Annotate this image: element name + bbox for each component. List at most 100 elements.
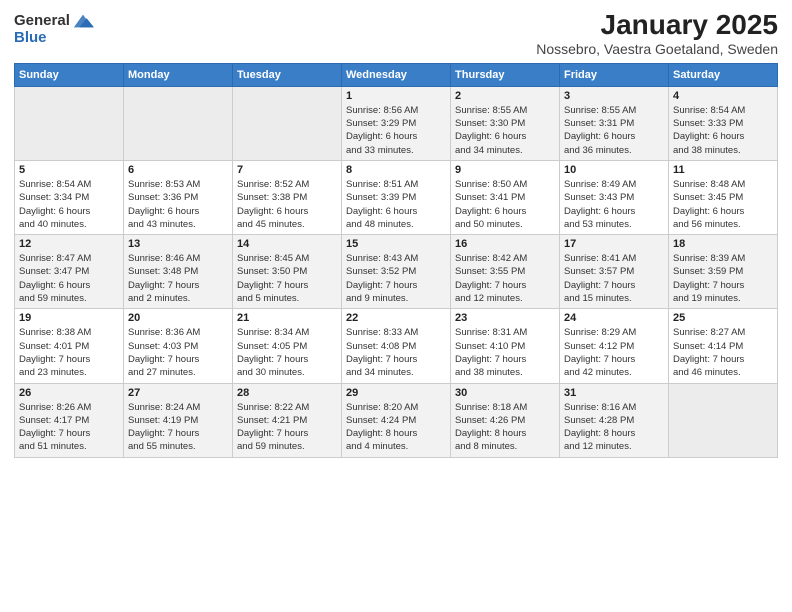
calendar-week-row: 1 Sunrise: 8:56 AM Sunset: 3:29 PM Daylig… xyxy=(15,86,778,160)
calendar-cell: 29 Sunrise: 8:20 AM Sunset: 4:24 PM Dayli… xyxy=(342,383,451,457)
day-number: 1 xyxy=(346,90,446,102)
calendar-cell: 20Sunrise: 8:36 AM Sunset: 4:03 PM Dayli… xyxy=(124,309,233,383)
calendar-cell: 19 Sunrise: 8:38 AM Sunset: 4:01 PM Dayli… xyxy=(15,309,124,383)
day-number: 3 xyxy=(564,90,664,102)
calendar-subtitle: Nossebro, Vaestra Goetaland, Sweden xyxy=(536,41,778,57)
day-info: Sunrise: 8:31 AM Sunset: 4:10 PM Dayligh… xyxy=(455,326,555,379)
day-info: Sunrise: 8:49 AM Sunset: 3:43 PM Dayligh… xyxy=(564,178,664,231)
calendar-cell: 18 Sunrise: 8:39 AM Sunset: 3:59 PM Dayli… xyxy=(669,235,778,309)
day-info: Sunrise: 8:46 AM Sunset: 3:48 PM Dayligh… xyxy=(128,252,228,305)
day-info: Sunrise: 8:18 AM Sunset: 4:26 PM Dayligh… xyxy=(455,401,555,454)
day-info: Sunrise: 8:54 AM Sunset: 3:34 PM Dayligh… xyxy=(19,178,119,231)
day-info: Sunrise: 8:20 AM Sunset: 4:24 PM Dayligh… xyxy=(346,401,446,454)
day-info: Sunrise: 8:45 AM Sunset: 3:50 PM Dayligh… xyxy=(237,252,337,305)
day-info: Sunrise: 8:39 AM Sunset: 3:59 PM Dayligh… xyxy=(673,252,773,305)
weekday-header-wednesday: Wednesday xyxy=(342,63,451,86)
day-number: 12 xyxy=(19,238,119,250)
weekday-header-tuesday: Tuesday xyxy=(233,63,342,86)
day-info: Sunrise: 8:56 AM Sunset: 3:29 PM Dayligh… xyxy=(346,104,446,157)
weekday-header-monday: Monday xyxy=(124,63,233,86)
day-info: Sunrise: 8:48 AM Sunset: 3:45 PM Dayligh… xyxy=(673,178,773,231)
day-number: 31 xyxy=(564,387,664,399)
logo-general-text: General xyxy=(14,13,70,30)
day-number: 8 xyxy=(346,164,446,176)
weekday-header-friday: Friday xyxy=(560,63,669,86)
calendar-cell: 14 Sunrise: 8:45 AM Sunset: 3:50 PM Dayli… xyxy=(233,235,342,309)
day-number: 14 xyxy=(237,238,337,250)
day-info: Sunrise: 8:36 AM Sunset: 4:03 PM Dayligh… xyxy=(128,326,228,379)
calendar-cell: 24 Sunrise: 8:29 AM Sunset: 4:12 PM Dayli… xyxy=(560,309,669,383)
day-info: Sunrise: 8:41 AM Sunset: 3:57 PM Dayligh… xyxy=(564,252,664,305)
calendar-cell: 12 Sunrise: 8:47 AM Sunset: 3:47 PM Dayli… xyxy=(15,235,124,309)
day-info: Sunrise: 8:26 AM Sunset: 4:17 PM Dayligh… xyxy=(19,401,119,454)
day-number: 5 xyxy=(19,164,119,176)
calendar-cell: 16 Sunrise: 8:42 AM Sunset: 3:55 PM Dayli… xyxy=(451,235,560,309)
logo: General Blue xyxy=(14,10,94,47)
calendar-cell: 9Sunrise: 8:50 AM Sunset: 3:41 PM Daylig… xyxy=(451,160,560,234)
weekday-header-sunday: Sunday xyxy=(15,63,124,86)
calendar-cell: 25 Sunrise: 8:27 AM Sunset: 4:14 PM Dayli… xyxy=(669,309,778,383)
calendar-cell: 1 Sunrise: 8:56 AM Sunset: 3:29 PM Daylig… xyxy=(342,86,451,160)
day-info: Sunrise: 8:38 AM Sunset: 4:01 PM Dayligh… xyxy=(19,326,119,379)
day-number: 24 xyxy=(564,312,664,324)
calendar-cell: 10 Sunrise: 8:49 AM Sunset: 3:43 PM Dayli… xyxy=(560,160,669,234)
day-info: Sunrise: 8:33 AM Sunset: 4:08 PM Dayligh… xyxy=(346,326,446,379)
calendar-cell: 7Sunrise: 8:52 AM Sunset: 3:38 PM Daylig… xyxy=(233,160,342,234)
calendar-table: SundayMondayTuesdayWednesdayThursdayFrid… xyxy=(14,63,778,458)
day-number: 26 xyxy=(19,387,119,399)
calendar-cell: 13Sunrise: 8:46 AM Sunset: 3:48 PM Dayli… xyxy=(124,235,233,309)
day-number: 30 xyxy=(455,387,555,399)
day-number: 11 xyxy=(673,164,773,176)
day-number: 15 xyxy=(346,238,446,250)
calendar-cell: 8 Sunrise: 8:51 AM Sunset: 3:39 PM Daylig… xyxy=(342,160,451,234)
calendar-cell xyxy=(669,383,778,457)
day-number: 18 xyxy=(673,238,773,250)
day-info: Sunrise: 8:47 AM Sunset: 3:47 PM Dayligh… xyxy=(19,252,119,305)
day-number: 23 xyxy=(455,312,555,324)
weekday-header-saturday: Saturday xyxy=(669,63,778,86)
day-number: 27 xyxy=(128,387,228,399)
calendar-week-row: 5 Sunrise: 8:54 AM Sunset: 3:34 PM Daylig… xyxy=(15,160,778,234)
calendar-cell: 3Sunrise: 8:55 AM Sunset: 3:31 PM Daylig… xyxy=(560,86,669,160)
calendar-cell: 4 Sunrise: 8:54 AM Sunset: 3:33 PM Daylig… xyxy=(669,86,778,160)
day-number: 29 xyxy=(346,387,446,399)
weekday-header-row: SundayMondayTuesdayWednesdayThursdayFrid… xyxy=(15,63,778,86)
day-info: Sunrise: 8:55 AM Sunset: 3:30 PM Dayligh… xyxy=(455,104,555,157)
day-info: Sunrise: 8:51 AM Sunset: 3:39 PM Dayligh… xyxy=(346,178,446,231)
calendar-cell: 26 Sunrise: 8:26 AM Sunset: 4:17 PM Dayli… xyxy=(15,383,124,457)
day-info: Sunrise: 8:29 AM Sunset: 4:12 PM Dayligh… xyxy=(564,326,664,379)
day-number: 19 xyxy=(19,312,119,324)
day-info: Sunrise: 8:43 AM Sunset: 3:52 PM Dayligh… xyxy=(346,252,446,305)
day-info: Sunrise: 8:53 AM Sunset: 3:36 PM Dayligh… xyxy=(128,178,228,231)
day-number: 17 xyxy=(564,238,664,250)
calendar-cell: 22 Sunrise: 8:33 AM Sunset: 4:08 PM Dayli… xyxy=(342,309,451,383)
day-number: 4 xyxy=(673,90,773,102)
day-number: 25 xyxy=(673,312,773,324)
day-number: 10 xyxy=(564,164,664,176)
calendar-week-row: 12 Sunrise: 8:47 AM Sunset: 3:47 PM Dayli… xyxy=(15,235,778,309)
calendar-cell: 30 Sunrise: 8:18 AM Sunset: 4:26 PM Dayli… xyxy=(451,383,560,457)
day-info: Sunrise: 8:24 AM Sunset: 4:19 PM Dayligh… xyxy=(128,401,228,454)
day-info: Sunrise: 8:22 AM Sunset: 4:21 PM Dayligh… xyxy=(237,401,337,454)
day-number: 2 xyxy=(455,90,555,102)
calendar-cell: 27 Sunrise: 8:24 AM Sunset: 4:19 PM Dayli… xyxy=(124,383,233,457)
logo-icon xyxy=(72,10,94,32)
day-number: 6 xyxy=(128,164,228,176)
calendar-cell: 6 Sunrise: 8:53 AM Sunset: 3:36 PM Daylig… xyxy=(124,160,233,234)
calendar-cell: 2 Sunrise: 8:55 AM Sunset: 3:30 PM Daylig… xyxy=(451,86,560,160)
day-number: 21 xyxy=(237,312,337,324)
calendar-cell: 31 Sunrise: 8:16 AM Sunset: 4:28 PM Dayli… xyxy=(560,383,669,457)
calendar-cell xyxy=(124,86,233,160)
day-info: Sunrise: 8:27 AM Sunset: 4:14 PM Dayligh… xyxy=(673,326,773,379)
day-info: Sunrise: 8:54 AM Sunset: 3:33 PM Dayligh… xyxy=(673,104,773,157)
calendar-week-row: 26 Sunrise: 8:26 AM Sunset: 4:17 PM Dayli… xyxy=(15,383,778,457)
day-number: 16 xyxy=(455,238,555,250)
calendar-cell: 15 Sunrise: 8:43 AM Sunset: 3:52 PM Dayli… xyxy=(342,235,451,309)
day-info: Sunrise: 8:16 AM Sunset: 4:28 PM Dayligh… xyxy=(564,401,664,454)
calendar-cell: 28Sunrise: 8:22 AM Sunset: 4:21 PM Dayli… xyxy=(233,383,342,457)
day-number: 22 xyxy=(346,312,446,324)
weekday-header-thursday: Thursday xyxy=(451,63,560,86)
calendar-cell: 11 Sunrise: 8:48 AM Sunset: 3:45 PM Dayli… xyxy=(669,160,778,234)
calendar-cell: 17 Sunrise: 8:41 AM Sunset: 3:57 PM Dayli… xyxy=(560,235,669,309)
day-info: Sunrise: 8:42 AM Sunset: 3:55 PM Dayligh… xyxy=(455,252,555,305)
